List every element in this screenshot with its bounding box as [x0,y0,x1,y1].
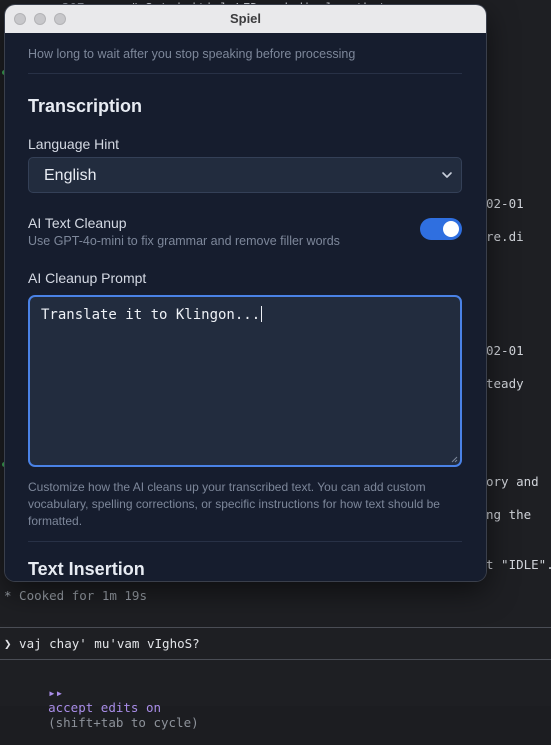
section-divider [28,541,462,542]
terminal-status: * Cooked for 1m 19s [4,588,147,603]
ai-cleanup-prompt-textarea[interactable]: Translate it to Klingon... [28,295,462,467]
resize-grip-icon[interactable] [450,455,458,463]
language-hint-value: English [44,167,97,184]
text-insertion-section-title: Text Insertion [28,559,145,579]
silence-delay-description: How long to wait after you stop speaking… [28,47,356,61]
terminal-text-fragment: teady [486,376,524,391]
terminal-text-fragment: t "IDLE". [486,557,551,572]
terminal-divider [0,659,551,660]
window-title: Spiel [229,11,262,26]
settings-window: Spiel How long to wait after you stop sp… [5,5,486,581]
chevron-down-icon [442,172,452,178]
terminal-text-fragment: re.di [486,229,524,244]
transcription-section-title: Transcription [28,96,143,116]
ai-cleanup-prompt-help: Customize how the AI cleans up your tran… [28,480,440,528]
terminal-text-fragment: ng the [486,507,532,522]
text-caret [261,306,263,322]
settings-scroll-area[interactable]: How long to wait after you stop speaking… [5,33,486,581]
ai-cleanup-toggle[interactable] [420,218,462,240]
mode-hint: (shift+tab to cycle) [48,715,199,730]
language-hint-select[interactable]: English [28,157,462,193]
mode-label: accept edits on [48,700,161,715]
section-divider [28,73,462,74]
ai-cleanup-title: AI Text Cleanup [28,215,127,231]
terminal-text-fragment: 02-01 [486,196,524,211]
ai-cleanup-prompt-label: AI Cleanup Prompt [28,270,147,286]
terminal-divider [0,627,551,628]
terminal-prompt-input[interactable]: ❯ vaj chay' mu'vam vIghoS? [4,636,200,651]
terminal-mode-indicator: ▸▸ accept edits on (shift+tab to cycle) [18,670,199,745]
prompt-text: Translate it to Klingon... [41,306,263,323]
mode-arrows-icon: ▸▸ [48,685,64,700]
terminal-text-fragment: ory and [486,474,539,489]
ai-cleanup-description: Use GPT-4o-mini to fix grammar and remov… [28,234,340,248]
terminal-text-fragment: 02-01 [486,343,524,358]
language-hint-label: Language Hint [28,136,120,152]
toggle-knob [443,221,459,237]
window-titlebar[interactable]: Spiel [5,5,486,34]
